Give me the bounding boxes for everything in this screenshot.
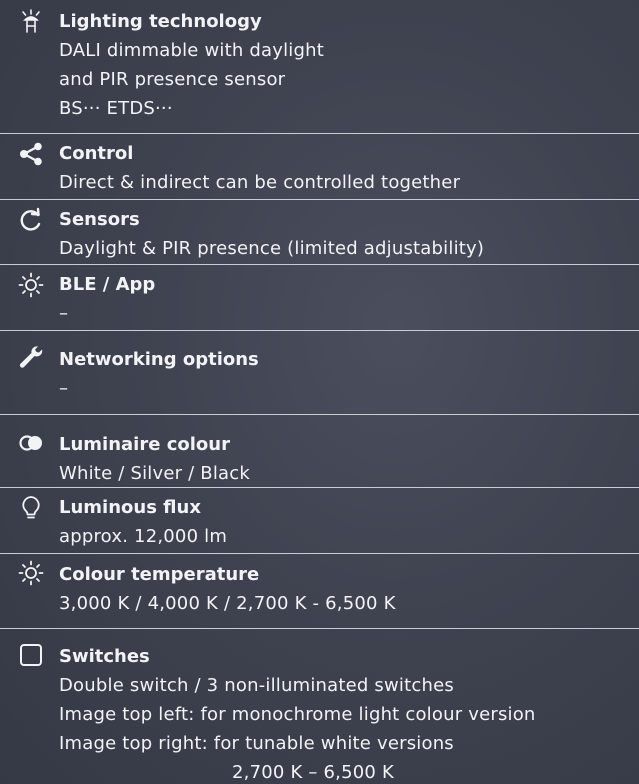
spec-title: Lighting technology bbox=[59, 11, 262, 32]
spec-list: Lighting technology DALI dimmable with d… bbox=[0, 0, 639, 784]
spec-row-colour-temperature: Colour temperature 3,000 K / 4,000 K / 2… bbox=[0, 554, 639, 629]
spec-title: Colour temperature bbox=[59, 564, 260, 585]
spec-value: Direct & indirect can be controlled toge… bbox=[59, 172, 461, 193]
spec-title: Sensors bbox=[59, 209, 140, 230]
spec-row-lighting-technology: Lighting technology DALI dimmable with d… bbox=[0, 0, 639, 134]
spec-value: Image top right: for tunable white versi… bbox=[59, 733, 454, 754]
colour-circles-icon bbox=[18, 430, 44, 456]
spec-title: Control bbox=[59, 143, 134, 164]
share-icon bbox=[18, 141, 44, 167]
spec-row-control: Control Direct & indirect can be control… bbox=[0, 134, 639, 200]
spec-title: Switches bbox=[59, 646, 150, 667]
spec-value: approx. 12,000 lm bbox=[59, 526, 228, 547]
lamp-icon bbox=[18, 8, 44, 34]
spec-value: – bbox=[59, 378, 69, 399]
refresh-icon bbox=[18, 207, 44, 233]
spec-row-networking-options: Networking options – bbox=[0, 331, 639, 415]
spec-title: Luminaire colour bbox=[59, 434, 230, 455]
spec-title: Luminous flux bbox=[59, 497, 201, 518]
spec-value: – bbox=[59, 303, 69, 324]
spec-value: 2,700 K – 6,500 K bbox=[232, 762, 394, 783]
spec-value: White / Silver / Black bbox=[59, 463, 251, 484]
spec-row-switches: Switches Double switch / 3 non-illuminat… bbox=[0, 629, 639, 784]
sun-icon bbox=[18, 560, 44, 586]
spec-value: Image top left: for monochrome light col… bbox=[59, 704, 536, 725]
bulb-icon bbox=[18, 495, 44, 521]
spec-title: Networking options bbox=[59, 349, 259, 370]
spec-title: BLE / App bbox=[59, 274, 156, 295]
spec-value: and PIR presence sensor bbox=[59, 69, 286, 90]
spec-row-luminaire-colour: Luminaire colour White / Silver / Black bbox=[0, 415, 639, 488]
wrench-icon bbox=[18, 345, 44, 371]
spec-row-luminous-flux: Luminous flux approx. 12,000 lm bbox=[0, 488, 639, 554]
spec-value: BS··· ETDS··· bbox=[59, 98, 173, 119]
spec-value: Double switch / 3 non-illuminated switch… bbox=[59, 675, 454, 696]
switch-icon bbox=[18, 642, 44, 668]
spec-row-sensors: Sensors Daylight & PIR presence (limited… bbox=[0, 200, 639, 265]
spec-value: Daylight & PIR presence (limited adjusta… bbox=[59, 238, 485, 259]
sun-icon bbox=[18, 272, 44, 298]
spec-value: DALI dimmable with daylight bbox=[59, 40, 324, 61]
spec-value: 3,000 K / 4,000 K / 2,700 K - 6,500 K bbox=[59, 593, 396, 614]
spec-row-ble-app: BLE / App – bbox=[0, 265, 639, 331]
